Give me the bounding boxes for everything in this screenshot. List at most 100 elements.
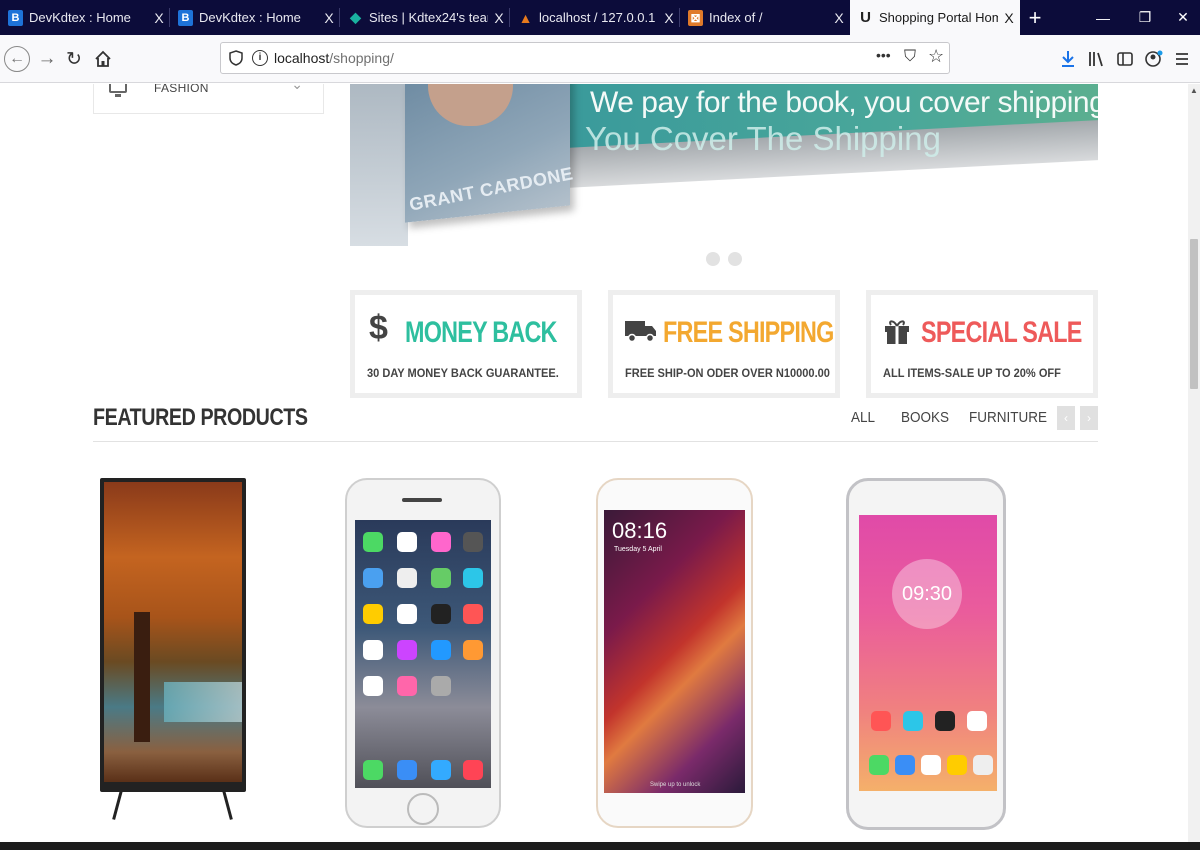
featured-products-heading: FEATURED PRODUCTS xyxy=(93,404,308,431)
library-icon[interactable] xyxy=(1088,50,1106,68)
lock-screen-date: Tuesday 5 April xyxy=(614,546,662,553)
product-image-iphone[interactable] xyxy=(345,478,501,828)
browser-tab-active[interactable]: U Shopping Portal Home P X xyxy=(850,0,1020,35)
close-tab-icon[interactable]: X xyxy=(488,10,510,26)
close-tab-icon[interactable]: X xyxy=(318,10,340,26)
tab-title: localhost / 127.0.0.1 | php xyxy=(539,10,658,25)
navigation-toolbar: ← → ↻ i localhost/shopping/ ••• ⛉ ☆ xyxy=(0,35,1200,83)
url-host: localhost xyxy=(274,50,330,66)
browser-tab[interactable]: ⊠ Index of / X xyxy=(680,0,850,35)
lock-screen-hint: Swipe up to unlock xyxy=(650,782,701,788)
shopping-favicon-icon: U xyxy=(860,9,871,26)
banner-headline: We pay for the book, you cover shipping xyxy=(590,86,1098,119)
carousel-prev-button[interactable]: ‹ xyxy=(1057,406,1075,430)
close-window-button[interactable]: ✕ xyxy=(1160,0,1200,35)
tab-bar: B DevKdtex : Home X B DevKdtex : Home X … xyxy=(0,0,1200,35)
url-path: /shopping/ xyxy=(329,50,394,66)
tab-title: DevKdtex : Home xyxy=(29,10,131,25)
banner-subheadline: You Cover The Shipping xyxy=(585,120,941,157)
carousel-dot[interactable] xyxy=(728,252,742,266)
info-box-subtitle: 30 DAY MONEY BACK GUARANTEE. xyxy=(367,366,559,380)
tab-title: Sites | Kdtex24's team xyxy=(369,10,488,25)
close-tab-icon[interactable]: X xyxy=(998,10,1020,26)
info-box-title: SPECIAL SALE xyxy=(921,316,1082,349)
netlify-favicon-icon: ◆ xyxy=(350,9,361,25)
lock-screen-time: 08:16 xyxy=(612,518,668,543)
minimize-window-button[interactable]: — xyxy=(1080,0,1126,35)
product-image-redmi-phone[interactable]: 08:16 Tuesday 5 April Swipe up to unlock xyxy=(596,478,753,828)
info-box-money-back: $ MONEY BACK 30 DAY MONEY BACK GUARANTEE… xyxy=(350,290,582,398)
truck-icon xyxy=(625,321,656,343)
account-icon[interactable] xyxy=(1144,49,1164,69)
tracking-shield-icon[interactable] xyxy=(229,50,243,66)
browser-tab[interactable]: ▲ localhost / 127.0.0.1 | php X xyxy=(510,0,680,35)
filter-tab-all[interactable]: ALL xyxy=(851,409,875,426)
new-tab-button[interactable]: + xyxy=(1022,0,1048,35)
category-label: FASHION xyxy=(154,84,209,95)
tab-title: DevKdtex : Home xyxy=(199,10,301,25)
url-bar[interactable]: i localhost/shopping/ ••• ⛉ ☆ xyxy=(220,42,950,74)
gift-icon xyxy=(885,320,909,344)
bootstrap-favicon-icon: B xyxy=(8,9,23,26)
filter-tab-furniture[interactable]: FURNITURE xyxy=(969,409,1047,426)
forward-button[interactable]: → xyxy=(33,45,61,73)
product-image-television[interactable] xyxy=(100,478,246,820)
scrollbar-thumb[interactable] xyxy=(1190,239,1198,389)
carousel-dot[interactable] xyxy=(706,252,720,266)
tab-title: Shopping Portal Home P xyxy=(879,10,998,25)
menu-icon[interactable] xyxy=(1174,51,1190,67)
pocket-icon[interactable]: ⛉ xyxy=(904,48,916,66)
info-box-special-sale: SPECIAL SALE ALL ITEMS-SALE UP TO 20% OF… xyxy=(866,290,1098,398)
site-info-icon[interactable]: i xyxy=(252,50,268,66)
home-icon xyxy=(95,50,111,67)
phpmyadmin-favicon-icon: ▲ xyxy=(518,9,533,26)
home-button-hardware xyxy=(407,793,439,825)
info-box-subtitle: ALL ITEMS-SALE UP TO 20% OFF xyxy=(883,366,1061,380)
dollar-icon: $ xyxy=(369,309,388,347)
sidebar-icon[interactable] xyxy=(1116,50,1134,68)
back-button[interactable]: ← xyxy=(4,46,30,72)
close-tab-icon[interactable]: X xyxy=(658,10,680,26)
banner-book-spine xyxy=(350,84,408,246)
page-content: FASHION ⌄ GRANT CARDONE We pay for the b… xyxy=(0,84,1188,850)
url-text[interactable]: localhost/shopping/ xyxy=(274,50,394,66)
reload-icon: ↻ xyxy=(66,48,82,70)
tv-screen xyxy=(104,482,242,782)
info-box-free-shipping: FREE SHIPPING FREE SHIP-ON ODER OVER N10… xyxy=(608,290,840,398)
info-box-subtitle: FREE SHIP-ON ODER OVER N10000.00 xyxy=(625,366,830,380)
home-button[interactable] xyxy=(89,45,117,73)
info-box-title: MONEY BACK xyxy=(405,316,557,349)
close-tab-icon[interactable]: X xyxy=(148,10,170,26)
window-bottom-edge xyxy=(0,842,1200,850)
arrow-right-icon: → xyxy=(37,48,57,69)
page-scrollbar[interactable]: ▲ xyxy=(1188,84,1200,842)
carousel-next-button[interactable]: › xyxy=(1080,406,1098,430)
section-divider xyxy=(93,441,1098,442)
bookmark-star-icon[interactable]: ☆ xyxy=(928,46,944,67)
xampp-favicon-icon: ⊠ xyxy=(688,9,703,26)
page-actions-icon[interactable]: ••• xyxy=(876,47,891,63)
phone-screen: 09:30 xyxy=(859,515,997,791)
phone-speaker xyxy=(402,498,442,502)
carousel-indicators xyxy=(706,252,750,271)
product-image-lenovo-phone[interactable]: 09:30 xyxy=(846,478,1006,830)
browser-tab[interactable]: ◆ Sites | Kdtex24's team X xyxy=(340,0,510,35)
lock-screen-clock: 09:30 xyxy=(892,559,962,629)
phone-screen xyxy=(355,520,491,788)
bootstrap-favicon-icon: B xyxy=(178,9,193,26)
monitor-icon xyxy=(109,84,127,97)
chevron-down-icon: ⌄ xyxy=(291,84,303,92)
info-box-title: FREE SHIPPING xyxy=(663,316,834,349)
hero-banner-slide[interactable]: GRANT CARDONE We pay for the book, you c… xyxy=(350,84,1098,246)
close-tab-icon[interactable]: X xyxy=(828,10,850,26)
browser-tab[interactable]: B DevKdtex : Home X xyxy=(0,0,170,35)
phone-screen: 08:16 Tuesday 5 April Swipe up to unlock xyxy=(604,510,745,793)
tab-title: Index of / xyxy=(709,10,763,25)
download-icon[interactable] xyxy=(1060,50,1076,68)
filter-tab-books[interactable]: BOOKS xyxy=(901,409,949,426)
category-menu-item[interactable]: FASHION ⌄ xyxy=(93,84,324,114)
arrow-left-icon: ← xyxy=(9,50,25,67)
browser-tab[interactable]: B DevKdtex : Home X xyxy=(170,0,340,35)
scroll-up-icon[interactable]: ▲ xyxy=(1188,86,1200,95)
reload-button[interactable]: ↻ xyxy=(60,45,88,73)
